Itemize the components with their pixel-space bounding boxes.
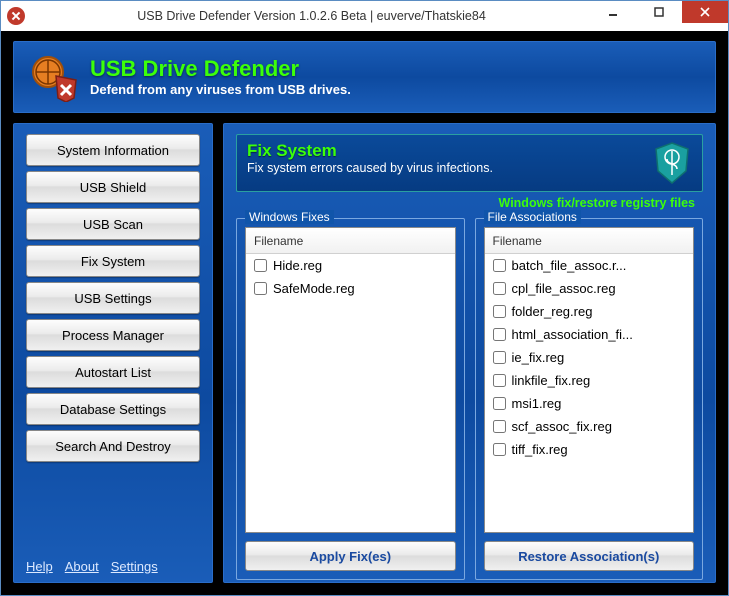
file-associations-group: File Associations Filename batch_file_as… [475,218,704,580]
windows-fixes-list[interactable]: Filename Hide.reg SafeMode.reg [245,227,456,533]
list-item-label: cpl_file_assoc.reg [512,281,616,296]
list-item-checkbox[interactable] [493,351,506,364]
list-item-label: batch_file_assoc.r... [512,258,627,273]
product-slogan: Defend from any viruses from USB drives. [90,82,351,97]
list-item-label: folder_reg.reg [512,304,593,319]
list-item-checkbox[interactable] [493,305,506,318]
medical-shield-icon [652,141,692,185]
windows-fixes-group: Windows Fixes Filename Hide.regSafeMode.… [236,218,465,580]
list-item[interactable]: msi1.reg [485,392,694,415]
list-item-label: ie_fix.reg [512,350,565,365]
list-item-checkbox[interactable] [493,420,506,433]
client-area: USB Drive Defender Defend from any virus… [1,31,728,595]
panel-note: Windows fix/restore registry files [236,192,703,212]
list-item-checkbox[interactable] [493,259,506,272]
restore-associations-button[interactable]: Restore Association(s) [484,541,695,571]
help-link[interactable]: Help [26,559,53,574]
list-item[interactable]: batch_file_assoc.r... [485,254,694,277]
panel-title: Fix System [247,141,642,161]
app-icon [7,7,25,25]
nav-button[interactable]: USB Settings [26,282,200,314]
list-item-label: SafeMode.reg [273,281,355,296]
nav-button[interactable]: System Information [26,134,200,166]
settings-link[interactable]: Settings [111,559,158,574]
list-item-checkbox[interactable] [493,374,506,387]
windows-fixes-legend: Windows Fixes [245,210,334,224]
list-item[interactable]: Hide.reg [246,254,455,277]
nav-button[interactable]: Process Manager [26,319,200,351]
list-item-checkbox[interactable] [493,397,506,410]
minimize-button[interactable] [590,1,636,23]
about-link[interactable]: About [65,559,99,574]
app-header: USB Drive Defender Defend from any virus… [13,41,716,113]
close-button[interactable] [682,1,728,23]
apply-fixes-button[interactable]: Apply Fix(es) [245,541,456,571]
file-associations-column: Filename [485,228,694,254]
list-item-label: html_association_fi... [512,327,633,342]
list-item-checkbox[interactable] [493,328,506,341]
titlebar[interactable]: USB Drive Defender Version 1.0.2.6 Beta … [1,1,728,31]
window-title: USB Drive Defender Version 1.0.2.6 Beta … [33,9,590,23]
list-item-checkbox[interactable] [254,282,267,295]
list-item[interactable]: html_association_fi... [485,323,694,346]
nav-button[interactable]: Database Settings [26,393,200,425]
list-item[interactable]: cpl_file_assoc.reg [485,277,694,300]
nav-button[interactable]: Fix System [26,245,200,277]
list-item-checkbox[interactable] [254,259,267,272]
list-item-label: Hide.reg [273,258,322,273]
list-item[interactable]: tiff_fix.reg [485,438,694,461]
list-item[interactable]: ie_fix.reg [485,346,694,369]
list-item[interactable]: scf_assoc_fix.reg [485,415,694,438]
list-item-checkbox[interactable] [493,443,506,456]
nav-button[interactable]: Autostart List [26,356,200,388]
maximize-button[interactable] [636,1,682,23]
main-panel: Fix System Fix system errors caused by v… [223,123,716,583]
list-item[interactable]: SafeMode.reg [246,277,455,300]
list-item[interactable]: linkfile_fix.reg [485,369,694,392]
nav-button[interactable]: USB Scan [26,208,200,240]
file-associations-legend: File Associations [484,210,581,224]
nav-button[interactable]: USB Shield [26,171,200,203]
list-item-label: msi1.reg [512,396,562,411]
app-logo-icon [28,52,78,102]
product-title: USB Drive Defender [90,57,351,81]
main-window: USB Drive Defender Version 1.0.2.6 Beta … [0,0,729,596]
sidebar: System Information USB Shield USB Scan Fix … [13,123,213,583]
nav-button[interactable]: Search And Destroy [26,430,200,462]
list-item-label: linkfile_fix.reg [512,373,591,388]
panel-subtitle: Fix system errors caused by virus infect… [247,161,642,175]
windows-fixes-column: Filename [246,228,455,254]
list-item-label: scf_assoc_fix.reg [512,419,612,434]
file-associations-list[interactable]: Filename batch_file_assoc.r... cpl_file_a… [484,227,695,533]
panel-header: Fix System Fix system errors caused by v… [236,134,703,192]
list-item-label: tiff_fix.reg [512,442,568,457]
list-item[interactable]: folder_reg.reg [485,300,694,323]
list-item-checkbox[interactable] [493,282,506,295]
